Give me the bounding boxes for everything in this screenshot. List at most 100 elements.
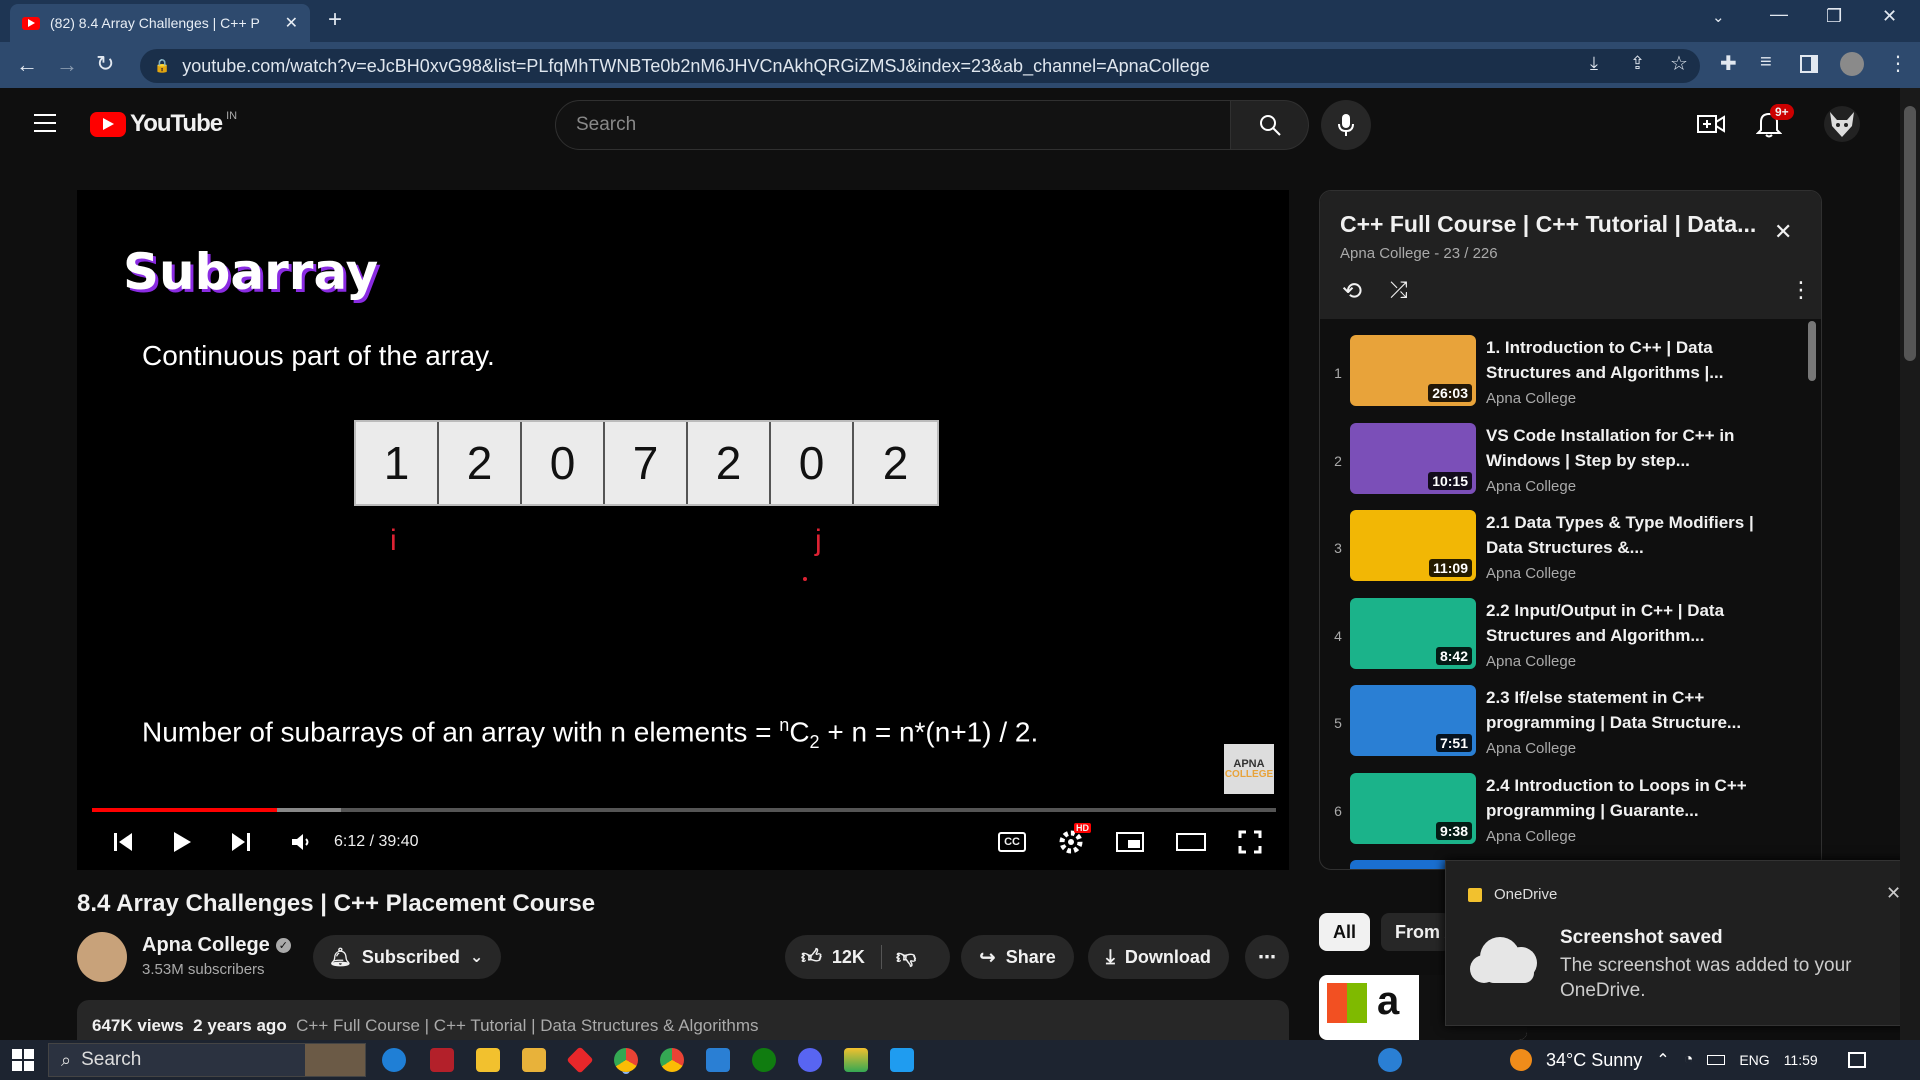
help-icon[interactable] <box>1378 1048 1402 1072</box>
dislike-button[interactable]: 👎︎ <box>882 945 930 969</box>
back-icon[interactable]: ← <box>16 52 38 78</box>
omnibox[interactable]: 🔒 youtube.com/watch?v=eJcBH0xvG98&list=P… <box>140 49 1700 83</box>
playlist-item-title[interactable]: 2.2 Input/Output in C++ | Data Structure… <box>1486 598 1756 648</box>
playlist-title[interactable]: C++ Full Course | C++ Tutorial | Data... <box>1340 211 1770 238</box>
subscribed-button[interactable]: 🔔︎ Subscribed ⌄ <box>313 935 501 979</box>
windows-start-icon[interactable] <box>12 1049 34 1071</box>
edge-icon[interactable] <box>382 1048 406 1072</box>
download-button[interactable]: ⤓ Download <box>1088 935 1229 979</box>
playlist-item-thumbnail[interactable]: 26:03 <box>1350 335 1476 406</box>
tray-chevron-up-icon[interactable]: ⌃ <box>1656 1050 1669 1070</box>
more-actions-button[interactable]: ⋯ <box>1245 935 1289 979</box>
playlist-item[interactable]: 2 10:15 VS Code Installation for C++ in Wi… <box>1320 422 1800 511</box>
loop-icon[interactable]: ⟲ <box>1342 277 1362 306</box>
close-window-icon[interactable]: ✕ <box>1882 6 1897 27</box>
taskbar-search-box[interactable]: ⌕ Search <box>48 1043 366 1077</box>
playlist-item-thumbnail[interactable]: 9:38 <box>1350 772 1476 844</box>
playlist-item[interactable]: 3 11:09 2.1 Data Types & Type Modifiers | … <box>1320 510 1800 598</box>
new-tab-icon[interactable]: + <box>328 6 342 34</box>
app-icon-stack[interactable] <box>844 1048 868 1072</box>
playlist-item-thumbnail[interactable]: 8:42 <box>1350 597 1476 669</box>
guide-menu-icon[interactable] <box>34 114 56 132</box>
profile-avatar[interactable] <box>1840 52 1864 76</box>
play-icon[interactable] <box>172 831 192 853</box>
notification-center-icon[interactable] <box>1847 1052 1866 1068</box>
weather-text[interactable]: 34°C Sunny <box>1546 1050 1642 1071</box>
discord-icon[interactable] <box>798 1048 822 1072</box>
volume-icon[interactable] <box>290 831 312 853</box>
weather-sun-icon[interactable] <box>1510 1049 1532 1071</box>
progress-bar[interactable] <box>92 808 1276 812</box>
chip-all[interactable]: All <box>1319 913 1371 951</box>
apna-college-watermark[interactable]: APNA COLLEGE <box>1224 744 1274 794</box>
voice-search-button[interactable] <box>1321 100 1371 150</box>
fullscreen-icon[interactable] <box>1238 830 1262 854</box>
playlist-item-thumbnail[interactable]: 11:09 <box>1350 510 1476 581</box>
playlist-item-title[interactable]: 2.3 If/else statement in C++ programming… <box>1486 685 1756 735</box>
tab-close-icon[interactable]: ✕ <box>285 13 298 33</box>
playlist-item-thumbnail[interactable]: 7:51 <box>1350 685 1476 756</box>
page-scrollbar-thumb[interactable] <box>1904 106 1916 361</box>
playlist-item[interactable]: 5 7:51 2.3 If/else statement in C++ progra… <box>1320 685 1800 773</box>
channel-avatar[interactable] <box>77 932 127 982</box>
playlist-menu-icon[interactable]: ⋮ <box>1790 277 1812 303</box>
clock[interactable]: 11:59 <box>1784 1052 1818 1068</box>
vscode-icon[interactable] <box>890 1048 914 1072</box>
bookmark-star-icon[interactable]: ☆ <box>1670 51 1688 76</box>
shuffle-icon[interactable]: ⤮ <box>1390 277 1408 303</box>
like-button[interactable]: 👍︎ 12K <box>785 945 882 969</box>
miniplayer-icon[interactable] <box>1116 832 1144 852</box>
search-button[interactable] <box>1231 100 1309 150</box>
xbox-icon[interactable] <box>752 1048 776 1072</box>
tab-search-chevron-down-icon[interactable]: ⌄ <box>1712 8 1725 26</box>
forward-icon[interactable]: → <box>56 52 78 78</box>
account-avatar[interactable] <box>1824 106 1860 142</box>
playlist-item[interactable]: 6 9:38 2.4 Introduction to Loops in C++ pr… <box>1320 772 1800 861</box>
search-input[interactable]: Search <box>555 100 1231 150</box>
channel-name[interactable]: Apna College <box>142 934 270 957</box>
microsoft-store-icon[interactable] <box>476 1048 500 1072</box>
captions-icon[interactable]: CC <box>998 832 1026 852</box>
restore-icon[interactable]: ❐ <box>1826 6 1842 27</box>
install-icon[interactable]: ⤓ <box>1590 53 1598 74</box>
share-page-icon[interactable]: ⇪ <box>1630 53 1645 74</box>
reading-list-icon[interactable]: ≡ <box>1760 51 1772 74</box>
playlist-item-title[interactable]: VS Code Installation for C++ in Windows … <box>1486 423 1756 473</box>
language-indicator[interactable]: ENG <box>1739 1052 1769 1068</box>
playlist-item-title[interactable]: 2.1 Data Types & Type Modifiers | Data S… <box>1486 510 1756 560</box>
wifi-icon[interactable]: ◔ <box>1684 1051 1694 1069</box>
playlist-item-title[interactable]: 2.4 Introduction to Loops in C++ program… <box>1486 773 1756 823</box>
playlist-item-title[interactable]: 1. Introduction to C++ | Data Structures… <box>1486 335 1756 385</box>
onedrive-notification[interactable]: OneDrive ✕ Screenshot saved The screensh… <box>1445 860 1920 1026</box>
chrome-profile-icon[interactable] <box>660 1048 684 1072</box>
toast-close-icon[interactable]: ✕ <box>1886 883 1901 904</box>
chip-from[interactable]: From A <box>1381 913 1451 951</box>
app-icon-red[interactable] <box>430 1048 454 1072</box>
browser-tab[interactable]: (82) 8.4 Array Challenges | C++ P ✕ <box>10 4 310 42</box>
previous-icon[interactable] <box>112 831 134 853</box>
close-playlist-icon[interactable]: ✕ <box>1774 219 1792 245</box>
settings-button[interactable]: HD <box>1058 823 1091 855</box>
chrome-icon[interactable] <box>614 1048 638 1072</box>
playlist-item-thumbnail[interactable]: 10:15 <box>1350 422 1476 494</box>
playlist-item[interactable]: 1 26:03 1. Introduction to C++ | Data Stru… <box>1320 335 1800 423</box>
browser-menu-icon[interactable]: ⋮ <box>1888 51 1908 76</box>
app-icon-blue[interactable] <box>706 1048 730 1072</box>
file-explorer-icon[interactable] <box>522 1048 546 1072</box>
share-button[interactable]: ↪ Share <box>961 935 1074 979</box>
notifications-button[interactable]: 9+ <box>1756 104 1794 138</box>
minimize-icon[interactable]: — <box>1770 4 1788 25</box>
youtube-logo[interactable]: YouTube IN <box>90 110 237 138</box>
page-scrollbar[interactable] <box>1900 88 1920 1040</box>
notification-count-badge: 9+ <box>1770 104 1794 120</box>
side-panel-icon[interactable] <box>1800 55 1818 73</box>
channel-name-row[interactable]: Apna College ✓ <box>142 934 291 957</box>
create-video-button[interactable] <box>1696 112 1726 136</box>
next-icon[interactable] <box>230 831 252 853</box>
reload-icon[interactable]: ↻ <box>96 51 114 77</box>
description-hashtags[interactable]: C++ Full Course | C++ Tutorial | Data St… <box>296 1016 758 1035</box>
battery-icon[interactable] <box>1707 1055 1726 1065</box>
theater-mode-icon[interactable] <box>1176 833 1206 851</box>
extensions-icon[interactable]: ✚ <box>1720 51 1737 76</box>
playlist-item[interactable]: 4 8:42 2.2 Input/Output in C++ | Data Stru… <box>1320 597 1800 686</box>
